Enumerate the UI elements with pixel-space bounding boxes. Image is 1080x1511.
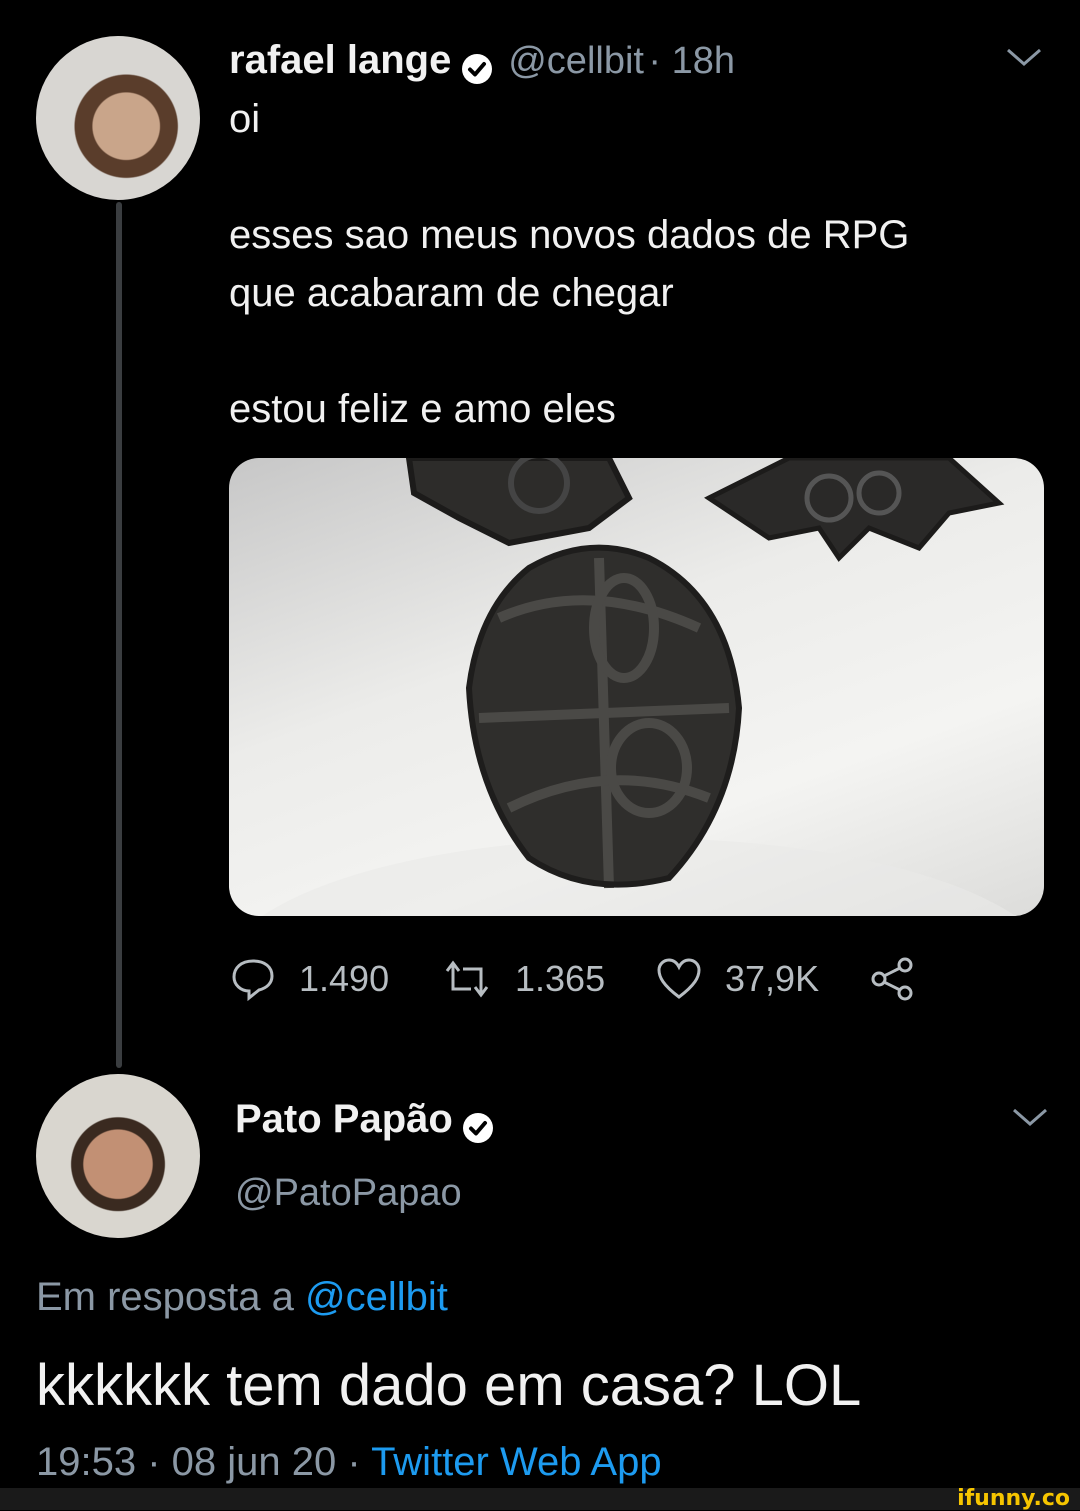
- like-action[interactable]: 37,9K: [655, 955, 819, 1003]
- tweet-header: rafael lange @cellbit · 18h: [229, 38, 735, 84]
- reply-author-handle[interactable]: @PatoPapao: [235, 1172, 462, 1215]
- verified-icon: [463, 1112, 494, 1143]
- reply-meta: 19:53 · 08 jun 20 · Twitter Web App: [36, 1440, 662, 1485]
- like-icon: [657, 958, 701, 999]
- dice-photo: [262, 458, 1016, 916]
- tweet-time[interactable]: · 18h: [648, 40, 735, 82]
- author-name[interactable]: rafael lange: [229, 38, 451, 82]
- tweet-line: oi: [229, 97, 261, 141]
- author-handle[interactable]: @cellbit: [508, 40, 644, 82]
- retweet-count: 1.365: [515, 958, 606, 999]
- retweet-action[interactable]: 1.365: [441, 955, 605, 1003]
- reply-to-mention[interactable]: @cellbit: [305, 1275, 448, 1319]
- thread-line: [116, 202, 122, 1068]
- tweet-line: que acabaram de chegar: [229, 271, 674, 315]
- reply-count: 1.490: [299, 958, 390, 999]
- avatar-pato-papao[interactable]: [36, 1074, 200, 1238]
- chevron-down-icon[interactable]: [1004, 46, 1044, 75]
- avatar-rafael-lange[interactable]: [36, 36, 200, 200]
- reply-timestamp[interactable]: 19:53 · 08 jun 20 ·: [36, 1440, 371, 1484]
- like-count: 37,9K: [725, 958, 820, 999]
- chevron-down-icon[interactable]: [1010, 1106, 1050, 1135]
- reply-action[interactable]: 1.490: [229, 955, 389, 1003]
- reply-source[interactable]: Twitter Web App: [371, 1440, 662, 1484]
- tweet-body: oi esses sao meus novos dados de RPG que…: [229, 90, 1029, 438]
- reply-author-name[interactable]: Pato Papão: [235, 1097, 453, 1141]
- reply-body: kkkkkk tem dado em casa? LOL: [36, 1353, 862, 1418]
- verified-icon: [461, 53, 492, 84]
- reply-header: Pato Papão: [235, 1097, 494, 1143]
- reply-to-line: Em resposta a @cellbit: [36, 1275, 448, 1320]
- reply-icon: [232, 959, 274, 1002]
- reply-to-prefix: Em resposta a: [36, 1275, 306, 1319]
- watermark-logo: ifunny.co: [957, 1486, 1070, 1511]
- share-action[interactable]: [869, 955, 917, 1003]
- share-icon: [871, 957, 913, 1001]
- tweet-media-photo[interactable]: [229, 458, 1044, 916]
- tweet-line: estou feliz e amo eles: [229, 387, 616, 431]
- tweet-line: esses sao meus novos dados de RPG: [229, 213, 910, 257]
- retweet-icon: [445, 960, 489, 998]
- watermark-bar: [0, 1488, 1080, 1510]
